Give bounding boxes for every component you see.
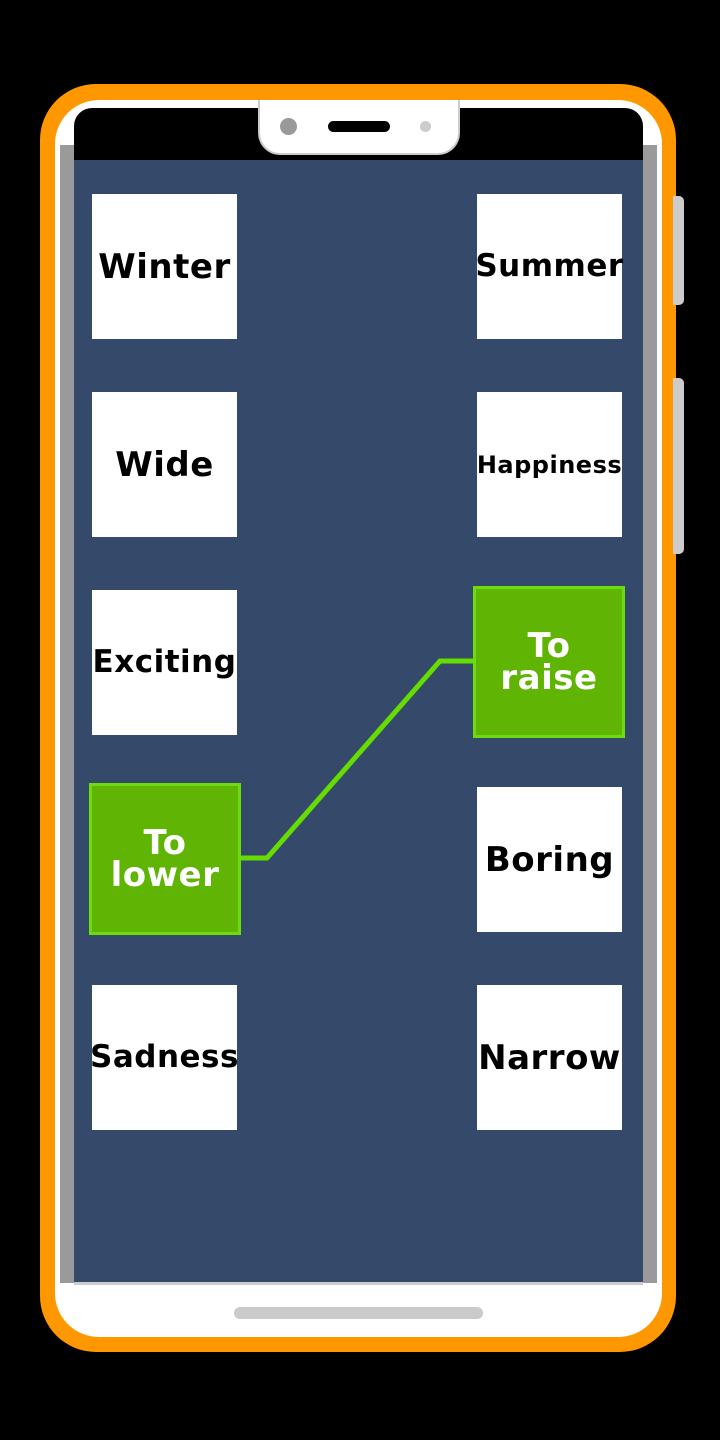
word-card-to-lower-selected[interactable]: To lower: [89, 783, 241, 935]
word-card-narrow[interactable]: Narrow: [477, 985, 622, 1130]
word-card-sadness[interactable]: Sadness: [90, 985, 238, 1130]
match-connector-line: [238, 658, 475, 861]
word-card-to-raise-selected[interactable]: To raise: [473, 586, 625, 738]
word-card-boring[interactable]: Boring: [477, 787, 622, 932]
home-indicator[interactable]: [234, 1307, 483, 1319]
word-card-happiness[interactable]: Happiness: [477, 392, 622, 537]
word-card-wide[interactable]: Wide: [92, 392, 237, 537]
word-card-summer[interactable]: Summer: [475, 194, 623, 339]
word-card-exciting[interactable]: Exciting: [92, 590, 237, 735]
word-card-winter[interactable]: Winter: [92, 194, 237, 339]
